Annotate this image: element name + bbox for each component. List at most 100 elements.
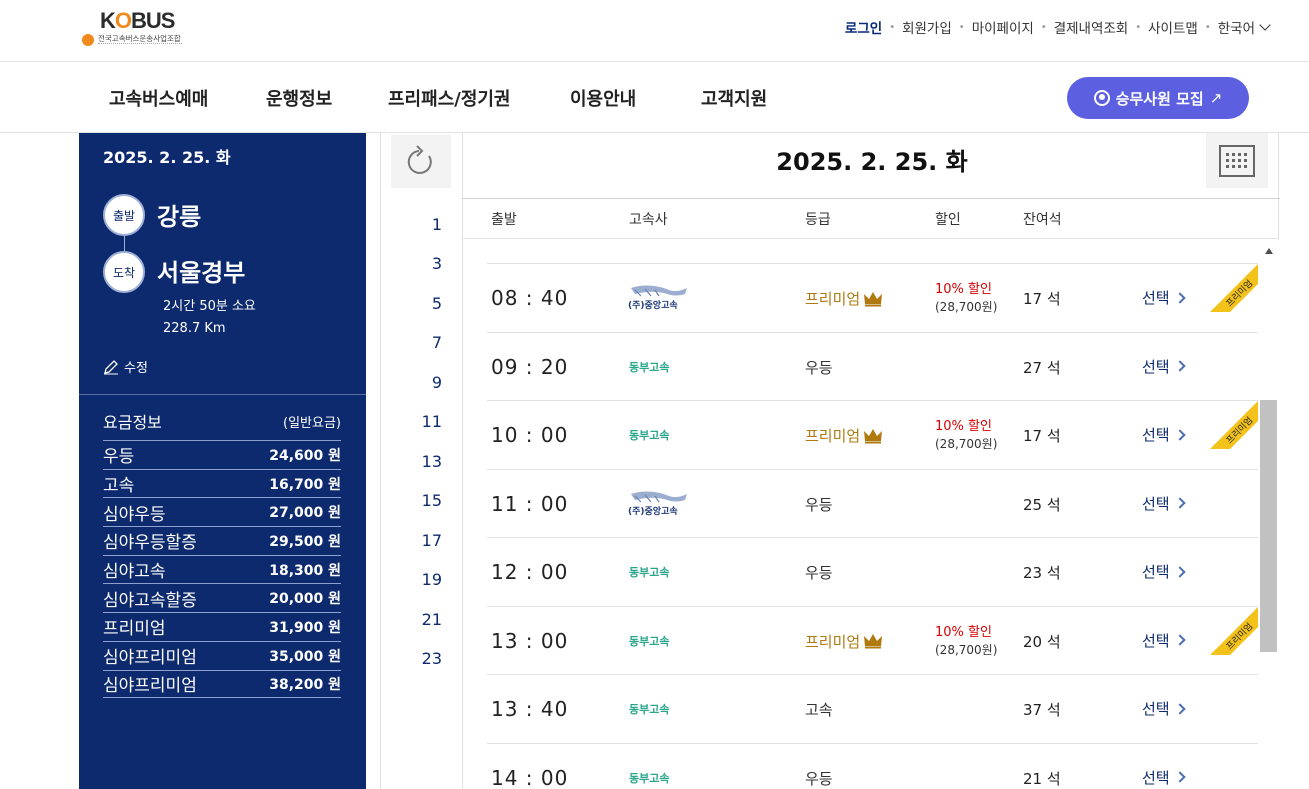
sitemap-link[interactable]: 사이트맵 [1148, 17, 1198, 37]
logo-subtitle-line [98, 43, 182, 46]
bus-company: 동부고속 [629, 429, 670, 442]
grade-label: 고속 [805, 701, 833, 719]
schedule-row: 10 : 00 동부고속 프리미엄 10% 할인 (28,700원) 17 석 선택 프리미엄 [487, 400, 1258, 469]
travel-distance: 228.7 Km [163, 321, 226, 336]
schedule-date-title: 2025. 2. 25. 화 [776, 148, 968, 176]
nav-customer-support[interactable]: 고객지원 [701, 85, 767, 111]
bus-company: 동부고속 [629, 771, 670, 785]
svg-text:프리미엄: 프리미엄 [1223, 620, 1255, 652]
crown-icon [864, 428, 883, 443]
premium-ribbon: 프리미엄 [1210, 606, 1258, 655]
grade-label: 우등 [805, 564, 833, 582]
bus-company: 동부고속 [629, 360, 670, 374]
fare-row: 심야고속할증 20,000 원 [103, 583, 341, 612]
chevron-right-icon [1173, 291, 1186, 304]
grade-label: 우등 [805, 495, 833, 514]
nav-route-info[interactable]: 운행정보 [266, 85, 332, 111]
premium-ribbon-badge: 프리미엄 [1210, 264, 1258, 312]
fare-subtitle: (일반요금) [283, 416, 341, 431]
hour-filter-item[interactable]: 15 [422, 491, 442, 510]
discount-rate: 10% 할인 [935, 419, 992, 434]
mypage-link[interactable]: 마이페이지 [972, 17, 1034, 37]
select-label: 선택 [1142, 426, 1170, 444]
edit-route-button[interactable]: 수정 [103, 357, 148, 376]
refresh-button[interactable] [391, 135, 451, 188]
grade-label: 우등 [805, 769, 833, 788]
schedule-row: 14 : 00 동부고속 우등 21 석 선택 [487, 742, 1258, 789]
travel-duration: 2시간 50분 소요 [163, 299, 256, 314]
discount-price: (28,700원) [935, 437, 998, 451]
main-navigation: 고속버스예매 운행정보 프리패스/정기권 이용안내 고객지원 승무사원 모집 ↗ [0, 63, 1309, 133]
select-button[interactable]: 선택 [1142, 493, 1186, 514]
hour-filter-item[interactable]: 11 [422, 412, 442, 431]
nav-freepass[interactable]: 프리패스/정기권 [388, 85, 511, 111]
hour-filter-item[interactable]: 5 [432, 294, 442, 313]
chevron-right-icon [1173, 771, 1186, 783]
nav-guide[interactable]: 이용안내 [570, 85, 636, 111]
discount-price: (28,700원) [935, 300, 998, 314]
calendar-icon [1219, 144, 1255, 177]
col-remaining-seats: 잔여석 [1023, 212, 1062, 228]
separator-dot: • [1040, 21, 1047, 33]
hour-filter-item[interactable]: 1 [432, 215, 442, 234]
select-button[interactable]: 선택 [1142, 287, 1186, 308]
select-button[interactable]: 선택 [1142, 630, 1186, 651]
select-button[interactable]: 선택 [1142, 561, 1186, 582]
driver-recruit-button[interactable]: 승무사원 모집 ↗ [1067, 77, 1249, 119]
payment-history-link[interactable]: 결제내역조회 [1054, 17, 1129, 37]
fare-grade: 심야우등할증 [103, 533, 197, 554]
hour-filter-item[interactable]: 17 [422, 531, 442, 550]
chevron-down-icon[interactable] [1259, 18, 1271, 31]
departure-time: 13 : 00 [491, 628, 569, 653]
login-link[interactable]: 로그인 [845, 17, 882, 37]
bus-grade: 고속 [805, 699, 833, 720]
select-button[interactable]: 선택 [1142, 356, 1186, 377]
col-company: 고속사 [629, 212, 668, 228]
pencil-icon [104, 359, 118, 374]
depart-badge: 출발 [103, 194, 145, 236]
hour-filter-item[interactable]: 13 [422, 452, 442, 471]
scrollbar-thumb[interactable] [1260, 400, 1277, 652]
signup-link[interactable]: 회원가입 [902, 17, 952, 37]
schedule-row: 12 : 00 동부고속 우등 23 석 선택 [487, 537, 1258, 606]
hour-filter-item[interactable]: 23 [422, 649, 442, 668]
nav-express-booking[interactable]: 고속버스예매 [109, 85, 208, 111]
language-select[interactable]: 한국어 [1218, 17, 1255, 37]
hour-filter-item[interactable]: 9 [432, 373, 442, 392]
top-bar: KOBUS 전국고속버스운송사업조합 로그인 • 회원가입 • 마이페이지 • … [0, 0, 1309, 62]
remaining-seats: 25 석 [1023, 495, 1061, 514]
departure-time: 09 : 20 [491, 354, 569, 379]
discount-rate: 10% 할인 [935, 624, 992, 640]
scroll-up-arrow-icon[interactable] [1265, 248, 1273, 254]
select-button[interactable]: 선택 [1142, 424, 1186, 445]
select-label: 선택 [1142, 494, 1170, 513]
premium-ribbon: 프리미엄 [1210, 264, 1258, 312]
schedule-row: 11 : 00 (주)중앙고속 우등 25 석 선택 [487, 468, 1258, 538]
edit-label: 수정 [124, 361, 148, 376]
schedule-scrollbar[interactable] [1260, 240, 1279, 789]
hour-filter-item[interactable]: 21 [422, 610, 442, 629]
separator-dot: • [1135, 21, 1142, 33]
schedule-table-body: 08 : 40 (주)중앙고속 프리미엄 10% 할인 (28,700원) 17 석 선택 프… [463, 240, 1260, 789]
departure-time: 12 : 00 [491, 560, 569, 584]
hour-filter-item[interactable]: 3 [432, 254, 442, 273]
chevron-right-icon [1173, 360, 1186, 372]
premium-ribbon-badge: 프리미엄 [1210, 606, 1258, 655]
chevron-right-icon [1173, 634, 1186, 646]
external-arrow-icon: ↗ [1209, 89, 1223, 107]
calendar-button[interactable] [1206, 133, 1268, 188]
fare-grade: 우등 [103, 447, 135, 468]
fare-row: 심야프리미엄 35,000 원 [103, 640, 341, 670]
bus-grade: 우등 [805, 562, 833, 583]
kobus-logo[interactable]: KOBUS 전국고속버스운송사업조합 [80, 6, 200, 50]
select-button[interactable]: 선택 [1142, 698, 1186, 719]
selected-date: 2025. 2. 25. 화 [103, 148, 231, 167]
col-grade: 등급 [805, 212, 831, 228]
logo-emblem-icon [82, 34, 94, 46]
hour-filter-item[interactable]: 19 [422, 570, 442, 589]
discount-rate: 10% 할인 [935, 282, 992, 297]
chevron-right-icon [1173, 702, 1186, 715]
select-button[interactable]: 선택 [1142, 767, 1186, 788]
select-label: 선택 [1142, 768, 1170, 787]
hour-filter-item[interactable]: 7 [432, 333, 442, 352]
